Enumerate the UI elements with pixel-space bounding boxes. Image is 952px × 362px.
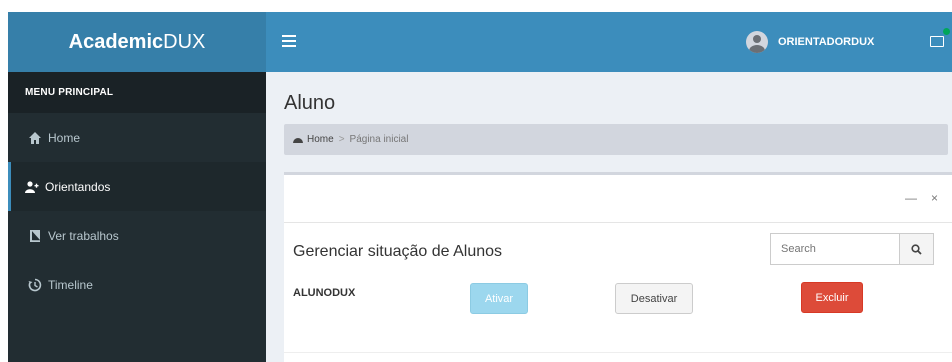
logo-normal-text: DUX <box>163 30 206 53</box>
activate-button[interactable]: Ativar <box>470 283 528 314</box>
history-icon <box>28 278 42 291</box>
box-divider <box>284 222 952 223</box>
app-logo[interactable]: Academic DUX <box>8 12 266 72</box>
sidebar-item-label: Ver trabalhos <box>48 228 119 243</box>
student-name: ALUNODUX <box>293 287 356 299</box>
hamburger-menu-icon[interactable] <box>282 35 296 47</box>
close-icon[interactable]: × <box>931 191 938 205</box>
notification-badge <box>943 28 950 35</box>
box-title: Gerenciar situação de Alunos <box>293 243 503 260</box>
home-icon <box>29 131 41 144</box>
students-box: — × Gerenciar situação de Alunos ALUNODU… <box>284 172 952 362</box>
envelope-icon[interactable] <box>930 36 944 47</box>
sidebar-item-label: Home <box>48 130 81 145</box>
username-label: ORIENTADORDUX <box>778 36 875 48</box>
sidebar-item-ver-trabalhos[interactable]: Ver trabalhos <box>8 211 266 260</box>
breadcrumb: Home > Página inicial <box>284 124 948 155</box>
deactivate-button[interactable]: Desativar <box>615 283 693 314</box>
user-menu[interactable]: ORIENTADORDUX <box>746 31 874 53</box>
breadcrumb-home-link[interactable]: Home <box>307 134 334 145</box>
sidebar-header: MENU PRINCIPAL <box>8 72 266 113</box>
search-input[interactable] <box>770 233 900 265</box>
top-navbar: ORIENTADORDUX <box>266 12 952 72</box>
sidebar: MENU PRINCIPAL Home Orientandos Ver trab… <box>8 72 266 362</box>
avatar <box>746 31 768 53</box>
sidebar-item-label: Orientandos <box>45 179 111 194</box>
collapse-icon[interactable]: — <box>905 191 917 205</box>
sidebar-item-orientandos[interactable]: Orientandos <box>8 162 266 211</box>
breadcrumb-separator: > <box>338 134 345 145</box>
delete-button[interactable]: Excluir <box>801 282 863 313</box>
search-button[interactable] <box>900 233 934 265</box>
app-frame: Academic DUX MENU PRINCIPAL Home Orientan… <box>8 12 952 362</box>
dashboard-icon <box>293 138 303 143</box>
search-icon <box>911 243 922 255</box>
search-group <box>770 233 934 265</box>
sidebar-item-label: Timeline <box>48 277 93 292</box>
sidebar-item-timeline[interactable]: Timeline <box>8 260 266 309</box>
users-icon <box>25 180 39 193</box>
sidebar-item-home[interactable]: Home <box>8 113 266 162</box>
breadcrumb-current: Página inicial <box>349 134 409 145</box>
logo-bold-text: Academic <box>68 30 164 53</box>
book-icon <box>30 229 40 242</box>
row-divider <box>284 352 952 353</box>
box-tools: — × <box>905 191 938 205</box>
page-title: Aluno <box>284 92 336 114</box>
